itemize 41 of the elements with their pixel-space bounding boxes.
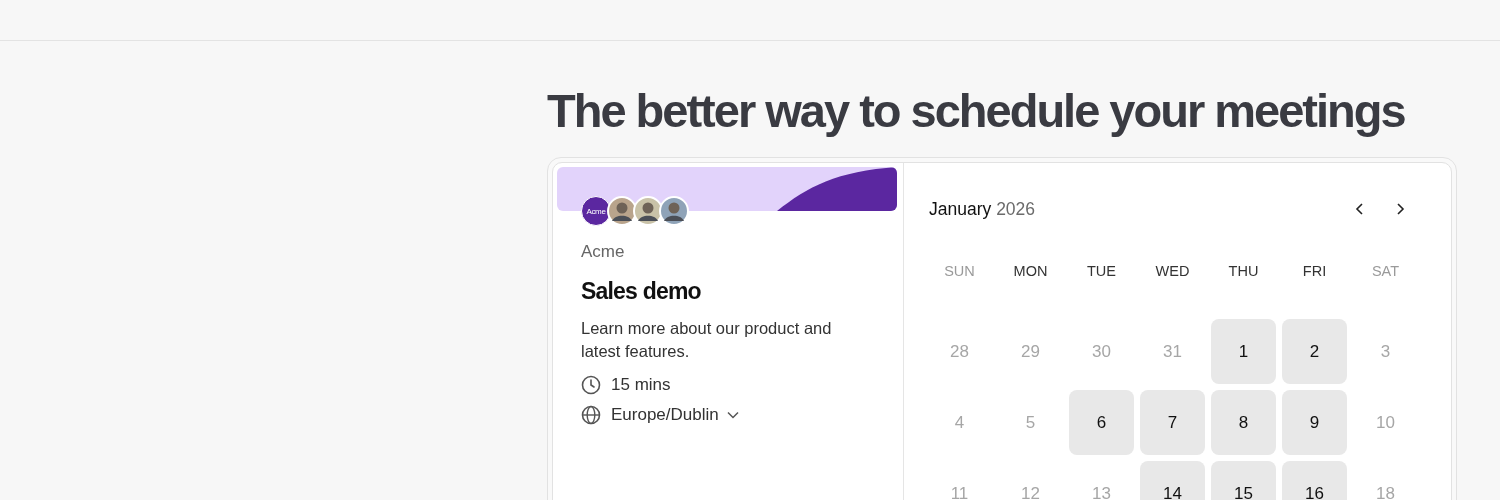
event-description: Learn more about our product and latest features. xyxy=(581,318,833,362)
unavailable-day: 12 xyxy=(998,461,1063,500)
weekday-label: SUN xyxy=(943,263,976,281)
event-title: Sales demo xyxy=(581,278,702,305)
available-day[interactable]: 8 xyxy=(1211,390,1276,455)
weekday-label: THU xyxy=(1227,263,1260,281)
unavailable-day: 31 xyxy=(1140,319,1205,384)
chevron-left-icon xyxy=(1355,202,1365,216)
globe-icon xyxy=(581,405,601,425)
available-day[interactable]: 1 xyxy=(1211,319,1276,384)
chevron-right-icon xyxy=(1395,202,1405,216)
weekday-label: MON xyxy=(1012,263,1049,281)
avatar-icon xyxy=(659,196,689,226)
available-day[interactable]: 7 xyxy=(1140,390,1205,455)
available-day[interactable]: 9 xyxy=(1282,390,1347,455)
unavailable-day: 28 xyxy=(927,319,992,384)
available-day[interactable]: 16 xyxy=(1282,461,1347,500)
organizer-name: Acme xyxy=(581,242,626,262)
clock-icon xyxy=(581,375,601,395)
available-day[interactable]: 14 xyxy=(1140,461,1205,500)
unavailable-day: 18 xyxy=(1353,461,1418,500)
available-day[interactable]: 6 xyxy=(1069,390,1134,455)
weekday-label: SAT xyxy=(1370,263,1401,281)
weekday-label: TUE xyxy=(1086,263,1117,281)
timezone-dropdown[interactable]: Europe/Dublin xyxy=(611,405,739,425)
weekday-label: WED xyxy=(1154,263,1191,281)
unavailable-day: 3 xyxy=(1353,319,1418,384)
month-label: January 2026 xyxy=(929,198,1036,220)
weekday-label: FRI xyxy=(1301,263,1328,281)
available-day[interactable]: 15 xyxy=(1211,461,1276,500)
unavailable-day: 30 xyxy=(1069,319,1134,384)
unavailable-day: 11 xyxy=(927,461,992,500)
chevron-down-icon xyxy=(726,411,739,419)
unavailable-day: 10 xyxy=(1353,390,1418,455)
unavailable-day: 13 xyxy=(1069,461,1134,500)
unavailable-day: 29 xyxy=(998,319,1063,384)
unavailable-day: 4 xyxy=(927,390,992,455)
unavailable-day: 5 xyxy=(998,390,1063,455)
duration: 15 mins xyxy=(611,375,671,395)
headline: The better way to schedule your meetings xyxy=(547,83,1406,139)
available-day[interactable]: 2 xyxy=(1282,319,1347,384)
